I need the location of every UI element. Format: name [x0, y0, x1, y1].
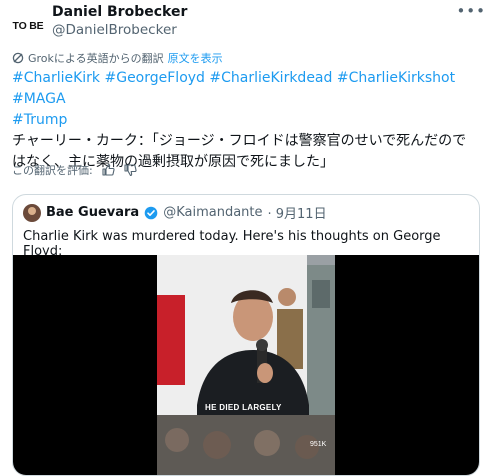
video-views: 951K	[310, 441, 327, 448]
rate-label: この翻訳を評価:	[12, 164, 93, 177]
video-thumbnail	[157, 255, 335, 475]
verified-badge-icon	[144, 206, 158, 219]
more-options-icon[interactable]: •••	[456, 2, 486, 20]
translation-label: Grokによる英語からの翻訳	[28, 52, 164, 65]
video-player[interactable]: HE DIED LARGELY 951K	[13, 255, 479, 475]
author-avatar[interactable]: TO BE	[10, 8, 46, 44]
video-caption: HE DIED LARGELY	[205, 403, 282, 412]
video-frame[interactable]: HE DIED LARGELY 951K	[157, 255, 335, 475]
author-block: Daniel Brobecker @DanielBrobecker	[52, 3, 187, 39]
quoted-tweet-header: Bae Guevara @Kaimandante · 9月11日	[23, 203, 327, 222]
hashtags-line-2[interactable]: #Trump	[12, 110, 482, 131]
quoted-date[interactable]: · 9月11日	[268, 203, 327, 222]
show-original-link[interactable]: 原文を表示	[168, 50, 223, 66]
quoted-handle[interactable]: @Kaimandante	[163, 205, 262, 220]
avatar-text: TO BE	[12, 20, 44, 32]
hashtags-line-1[interactable]: #CharlieKirk #GeorgeFloyd #CharlieKirkde…	[12, 68, 482, 110]
tweet-text: #CharlieKirk #GeorgeFloyd #CharlieKirkde…	[12, 68, 482, 173]
tweet-body-line-1: チャーリー・カーク：「ジョージ・フロイドは警察官のせいで死んだので	[12, 133, 467, 149]
rate-translation: この翻訳を評価:	[12, 162, 137, 178]
thumbs-down-icon[interactable]	[123, 163, 137, 177]
author-handle[interactable]: @DanielBrobecker	[52, 21, 187, 39]
author-display-name[interactable]: Daniel Brobecker	[52, 3, 187, 21]
quoted-tweet[interactable]: Bae Guevara @Kaimandante · 9月11日 Charlie…	[12, 194, 480, 476]
quoted-avatar[interactable]	[23, 203, 41, 222]
thumbs-up-icon[interactable]	[101, 163, 115, 177]
grok-icon	[12, 52, 24, 64]
quoted-display-name[interactable]: Bae Guevara	[46, 205, 139, 220]
translation-notice: Grokによる英語からの翻訳 原文を表示	[12, 50, 223, 66]
